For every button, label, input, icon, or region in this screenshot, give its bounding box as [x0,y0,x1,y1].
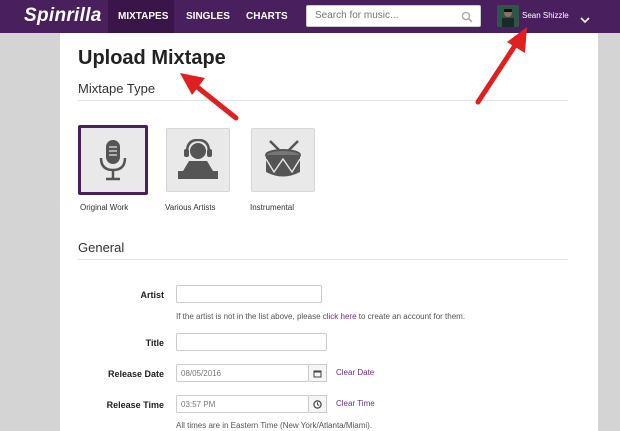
artist-help-text-suffix: to create an account for them. [356,312,466,321]
nav-mixtapes[interactable]: MIXTAPES [118,11,168,22]
release-time-label: Release Time [106,400,164,410]
release-time-input[interactable] [176,395,309,413]
section-mixtape-type: Mixtape Type [78,81,156,96]
artist-input[interactable] [176,285,322,303]
type-label-instrumental[interactable]: Instrumental [250,203,294,212]
artist-label: Artist [140,290,164,300]
nav-singles[interactable]: SINGLES [186,11,230,22]
drum-icon [265,140,301,177]
calendar-icon [313,370,322,378]
release-date-input[interactable] [176,364,309,382]
title-input[interactable] [176,333,327,351]
chevron-down-icon[interactable] [580,11,590,29]
type-label-original-work[interactable]: Original Work [80,203,128,212]
type-instrumental[interactable] [251,128,315,192]
type-label-various-artists[interactable]: Various Artists [165,203,216,212]
timezone-note: All times are in Eastern Time (New York/… [176,421,373,430]
page-title: Upload Mixtape [78,47,226,69]
create-account-link[interactable]: click here [323,312,357,321]
clear-time-link[interactable]: Clear Time [336,399,375,408]
title-label: Title [145,338,164,348]
artist-help-text: If the artist is not in the list above, … [176,312,323,321]
search-icon[interactable] [461,10,473,28]
microphone-icon [99,140,127,181]
content-panel: Upload Mixtape Mixtape Type Original Wor… [60,33,598,431]
search-box [306,5,481,27]
nav-charts[interactable]: CHARTS [246,11,288,22]
clear-date-link[interactable]: Clear Date [336,368,374,377]
calendar-button[interactable] [309,364,327,382]
logo[interactable]: Spinrilla [24,5,102,27]
username[interactable]: Sean Shizzle [522,11,569,20]
type-original-work[interactable] [78,125,148,195]
dj-headphones-icon [178,139,218,179]
clock-button[interactable] [309,395,327,413]
divider [78,259,568,260]
section-general: General [78,240,125,255]
release-date-label: Release Date [107,369,164,379]
top-nav: Spinrilla MIXTAPES SINGLES CHARTS Sean S… [0,0,620,33]
avatar[interactable] [497,5,519,27]
divider [78,100,568,101]
artist-help: If the artist is not in the list above, … [176,312,465,321]
background-left [0,33,60,431]
type-various-artists[interactable] [166,128,230,192]
search-input[interactable] [313,9,457,22]
clock-icon [313,400,322,409]
